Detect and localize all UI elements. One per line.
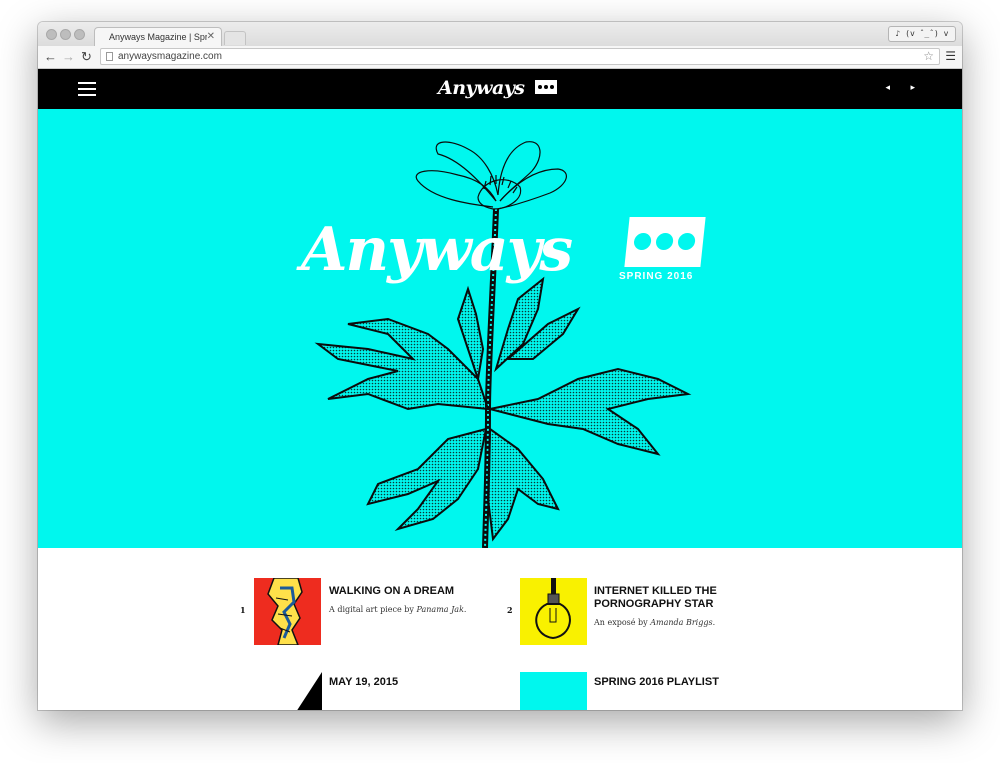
reload-icon[interactable]: ↻ <box>81 49 92 65</box>
cover-logo-text: Anyways <box>301 215 573 285</box>
article-title[interactable]: MAY 19, 2015 <box>329 676 489 689</box>
page-icon <box>106 52 113 61</box>
tab-bar: Anyways Magazine | Spring ✕ ♪ (v ˆ_ˆ) v <box>38 22 962 46</box>
header-logo[interactable]: Anyways <box>438 77 557 101</box>
article-thumbnail[interactable] <box>254 578 321 645</box>
address-bar[interactable]: anywaysmagazine.com ☆ <box>100 48 940 65</box>
url-text[interactable]: anywaysmagazine.com <box>118 51 222 62</box>
hero-cover: Anyways SPRING 2016 <box>38 109 962 548</box>
article-thumbnail[interactable] <box>520 578 587 645</box>
site-header: Anyways ◂ ▸ <box>38 69 962 109</box>
article-author: Panama Jak. <box>416 605 467 614</box>
issue-nav-arrows[interactable]: ◂ ▸ <box>885 82 924 93</box>
article-title[interactable]: SPRING 2016 PLAYLIST <box>594 676 754 689</box>
article-title[interactable]: WALKING ON A DREAM <box>329 585 489 598</box>
cover-ellipsis-icon <box>624 217 706 267</box>
browser-tab[interactable]: Anyways Magazine | Spring ✕ <box>94 27 222 46</box>
article-thumbnail[interactable] <box>292 672 322 710</box>
new-tab-button[interactable] <box>224 31 246 45</box>
profile-button[interactable]: ♪ (v ˆ_ˆ) v <box>888 26 956 42</box>
article-number: 1 <box>240 605 246 615</box>
article-description: An exposé by Amanda Briggs. <box>594 618 716 627</box>
article-description: A digital art piece by Panama Jak. <box>329 605 467 614</box>
header-logo-text: Anyways <box>438 77 525 99</box>
ellipsis-box-icon <box>535 80 557 94</box>
article-thumbnail[interactable] <box>520 672 587 710</box>
bookmark-star-icon[interactable]: ☆ <box>923 49 934 63</box>
tab-title: Anyways Magazine | Spring <box>109 32 207 42</box>
forward-icon[interactable]: → <box>62 49 75 65</box>
article-number: 2 <box>507 605 513 615</box>
back-icon[interactable]: ← <box>44 49 57 65</box>
hamburger-menu-icon[interactable] <box>78 82 96 96</box>
browser-menu-icon[interactable]: ☰ <box>945 49 956 63</box>
minimize-window-button[interactable] <box>60 29 71 40</box>
cover-logo: Anyways SPRING 2016 <box>301 215 706 285</box>
close-window-button[interactable] <box>46 29 57 40</box>
article-title[interactable]: INTERNET KILLED THE PORNOGRAPHY STAR <box>594 585 724 611</box>
article-author: Amanda Briggs. <box>650 618 716 627</box>
flower-illustration <box>314 141 692 548</box>
tab-close-icon[interactable]: ✕ <box>207 31 215 42</box>
browser-toolbar: ← → ↻ anywaysmagazine.com ☆ ☰ <box>38 46 962 69</box>
issue-label: SPRING 2016 <box>619 271 694 282</box>
browser-window: Anyways Magazine | Spring ✕ ♪ (v ˆ_ˆ) v … <box>38 22 962 710</box>
article-list: 1 WALKING ON A DREAM A digital art piece… <box>38 548 962 710</box>
zoom-window-button[interactable] <box>74 29 85 40</box>
